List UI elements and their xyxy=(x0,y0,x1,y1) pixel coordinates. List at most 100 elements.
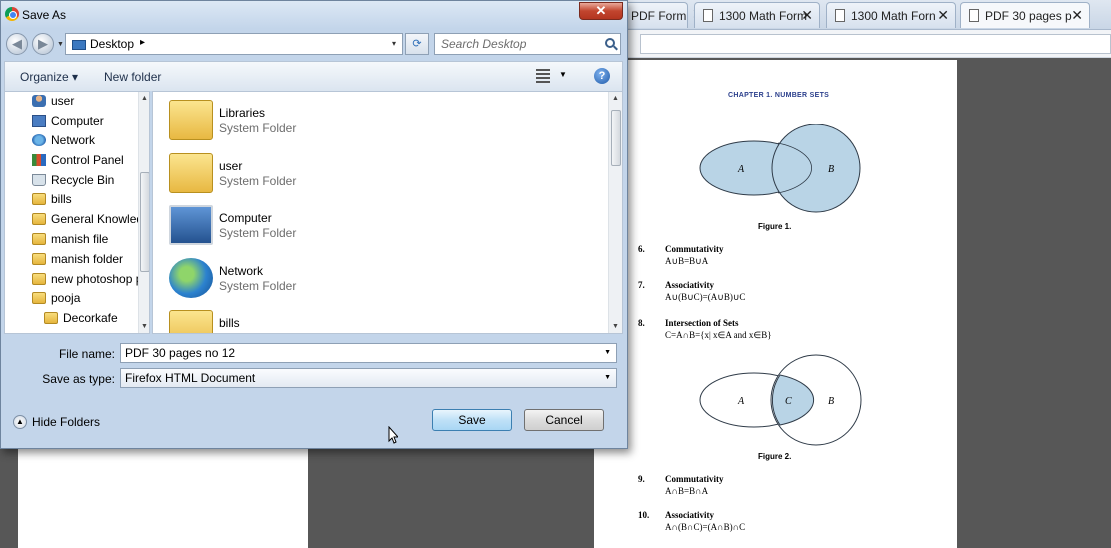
chevron-down-icon[interactable]: ▼ xyxy=(604,374,611,381)
file-type: System Folder xyxy=(219,174,297,188)
list-item[interactable]: Computer System Folder xyxy=(167,203,467,253)
nav-item-label: Control Panel xyxy=(51,153,124,167)
libraries-icon xyxy=(169,100,213,140)
forward-button[interactable]: ▶ xyxy=(32,33,54,55)
list-item[interactable]: bills xyxy=(167,308,467,333)
set-c-label: C xyxy=(785,396,792,407)
list-item[interactable]: Libraries System Folder xyxy=(167,98,467,148)
nav-item-general-knowledge[interactable]: General Knowled xyxy=(32,210,143,228)
nav-item-label: bills xyxy=(51,192,72,206)
navigation-scrollbar[interactable]: ▲ ▼ xyxy=(138,92,149,333)
browser-tab[interactable]: 1300 Math Form ✕ xyxy=(694,2,820,28)
organize-menu[interactable]: Organize ▾ xyxy=(20,70,78,84)
tab-close-icon[interactable]: ✕ xyxy=(937,7,949,24)
nav-item-manish-folder[interactable]: manish folder xyxy=(32,250,123,268)
item-title: Intersection of Sets xyxy=(665,318,739,328)
nav-item-computer[interactable]: Computer xyxy=(32,112,104,130)
nav-item-label: Decorkafe xyxy=(63,311,118,325)
item-formula: A∩(B∩C)=(A∩B)∩C xyxy=(665,522,746,532)
item-title: Commutativity xyxy=(665,244,724,254)
nav-item-recycle-bin[interactable]: Recycle Bin xyxy=(32,171,114,189)
scrollbar-thumb[interactable] xyxy=(611,110,621,166)
folder-icon xyxy=(32,273,46,285)
scrollbar-thumb[interactable] xyxy=(140,172,149,272)
tab-close-icon[interactable]: ✕ xyxy=(1071,7,1083,24)
folder-icon xyxy=(32,193,46,205)
new-folder-button[interactable]: New folder xyxy=(104,70,161,84)
recent-pages-dropdown-icon[interactable]: ▼ xyxy=(57,41,64,48)
browser-tab[interactable]: PDF Form xyxy=(622,2,688,28)
nav-item-label: new photoshop p xyxy=(51,272,143,286)
network-icon xyxy=(32,134,46,146)
nav-item-label: pooja xyxy=(51,291,81,305)
folder-icon xyxy=(32,253,46,265)
figure-caption: Figure 1. xyxy=(758,222,792,231)
folder-icon xyxy=(32,213,46,225)
venn-diagram-intersection: A C B xyxy=(699,354,862,446)
nav-item-label: Computer xyxy=(51,114,104,128)
chevron-down-icon[interactable]: ▼ xyxy=(604,349,611,356)
scroll-up-icon[interactable]: ▲ xyxy=(141,95,148,102)
breadcrumb-arrow-icon[interactable]: ▸ xyxy=(140,37,145,48)
nav-item-network[interactable]: Network xyxy=(32,131,95,149)
chevron-up-icon: ▲ xyxy=(13,415,27,429)
tab-title: PDF 30 pages p xyxy=(985,8,1072,23)
views-icon[interactable] xyxy=(536,69,550,83)
tab-close-icon[interactable]: ✕ xyxy=(801,7,813,24)
help-icon[interactable]: ? xyxy=(594,68,610,84)
hide-folders-button[interactable]: ▲ Hide Folders xyxy=(13,415,100,429)
forward-arrow-icon: ▶ xyxy=(38,36,48,51)
nav-item-label: manish file xyxy=(51,232,109,246)
nav-item-user[interactable]: user xyxy=(32,92,74,110)
item-formula: A∪(B∪C)=(A∪B)∪C xyxy=(665,292,746,302)
save-button[interactable]: Save xyxy=(432,409,512,431)
nav-item-decorkafe[interactable]: Decorkafe xyxy=(44,309,118,327)
refresh-button[interactable]: ⟳ xyxy=(405,33,429,55)
chrome-icon xyxy=(5,7,19,21)
nav-item-control-panel[interactable]: Control Panel xyxy=(32,151,124,169)
command-bar: Organize ▾ New folder ▼ ? xyxy=(4,61,623,91)
nav-item-pooja[interactable]: pooja xyxy=(32,289,80,307)
browser-tab[interactable]: 1300 Math Forn ✕ xyxy=(826,2,956,28)
scroll-down-icon[interactable]: ▼ xyxy=(612,323,619,330)
dialog-title: Save As xyxy=(22,8,67,22)
search-placeholder: Search Desktop xyxy=(441,37,527,51)
browser-tab-active[interactable]: PDF 30 pages p ✕ xyxy=(960,2,1090,28)
browser-address-bar[interactable] xyxy=(640,34,1111,54)
item-number: 7. xyxy=(638,280,645,290)
file-list-scrollbar[interactable]: ▲ ▼ xyxy=(608,92,622,333)
nav-item-label: Network xyxy=(51,133,96,147)
file-name-field[interactable]: PDF 30 pages no 12 ▼ xyxy=(120,343,617,363)
views-dropdown-icon[interactable]: ▼ xyxy=(559,70,567,79)
search-input[interactable]: Search Desktop xyxy=(434,33,621,55)
address-location[interactable]: Desktop xyxy=(90,37,134,51)
file-name-value[interactable]: PDF 30 pages no 12 xyxy=(125,346,235,360)
close-button[interactable]: ✕ xyxy=(579,2,623,20)
nav-item-manish-file[interactable]: manish file xyxy=(32,230,108,248)
nav-item-bills[interactable]: bills xyxy=(32,190,72,208)
nav-item-new-photoshop[interactable]: new photoshop p xyxy=(32,270,142,288)
list-item[interactable]: user System Folder xyxy=(167,151,467,201)
user-icon xyxy=(32,95,46,107)
search-icon[interactable] xyxy=(605,38,615,48)
refresh-icon: ⟳ xyxy=(412,38,422,50)
address-bar[interactable]: Desktop ▸ ▾ xyxy=(65,33,403,55)
dialog-title-bar[interactable]: Save As ✕ xyxy=(1,1,627,29)
folder-icon xyxy=(32,292,46,304)
scroll-up-icon[interactable]: ▲ xyxy=(612,95,619,102)
user-folder-icon xyxy=(169,153,213,193)
scroll-down-icon[interactable]: ▼ xyxy=(141,323,148,330)
save-as-type-select[interactable]: Firefox HTML Document ▼ xyxy=(120,368,617,388)
cancel-button[interactable]: Cancel xyxy=(524,409,604,431)
back-button[interactable]: ◀ xyxy=(6,33,28,55)
control-panel-icon xyxy=(32,154,46,166)
file-name: Network xyxy=(219,264,264,278)
address-dropdown-icon[interactable]: ▾ xyxy=(392,39,396,48)
nav-item-label: user xyxy=(51,94,75,108)
list-item[interactable]: Network System Folder xyxy=(167,256,467,306)
file-list: Libraries System Folder user System Fold… xyxy=(152,91,623,334)
item-number: 6. xyxy=(638,244,645,254)
tab-title: 1300 Math Form xyxy=(719,8,808,23)
folder-icon xyxy=(32,233,46,245)
file-type: System Folder xyxy=(219,279,297,293)
